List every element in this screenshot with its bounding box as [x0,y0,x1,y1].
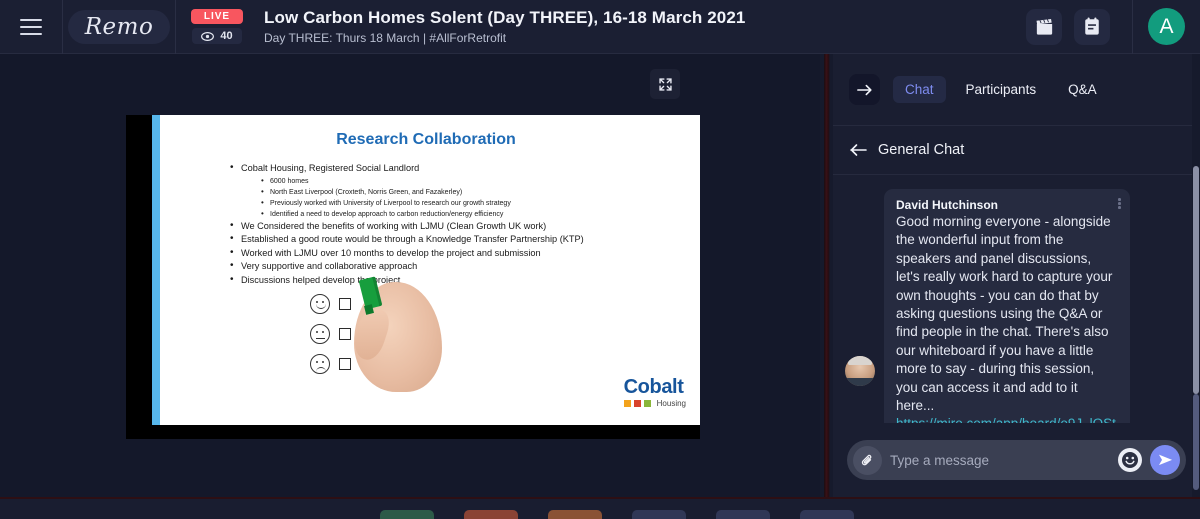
slide-bullet-list: Cobalt Housing, Registered Social Landlo… [228,161,688,288]
emoji-icon[interactable] [1118,448,1142,472]
checkbox-icon [339,298,351,310]
paperclip-icon[interactable] [853,445,882,475]
bottom-action-3[interactable] [548,510,602,519]
bottom-action-6[interactable] [800,510,854,519]
bottom-action-1[interactable] [380,510,434,519]
slide-bullet: Very supportive and collaborative approa… [228,259,688,274]
slide-sub-bullet: Identified a need to develop approach to… [259,208,688,220]
checkbox-icon [339,328,351,340]
slide-bullet: Established a good route would be throug… [228,232,688,247]
eye-icon [201,31,215,41]
bottom-action-2[interactable] [464,510,518,519]
message-bubble: David Hutchinson Good morning everyone -… [884,189,1130,423]
slide-sub-text: North East Liverpool (Croxteth, Norris G… [270,188,463,196]
slide-body: Cobalt Housing, Registered Social Landlo… [228,161,688,288]
slide-sub-text: Previously worked with University of Liv… [270,199,511,207]
message-link[interactable]: https://miro.com/app/board/o9J_lQStoRE=/ [896,416,1116,423]
slide-sub-bullet: 6000 homes [259,175,688,187]
cobalt-logo-word: Cobalt [623,376,684,398]
scrollbar-thumb-lower[interactable] [1193,394,1199,490]
slide-sub-text: 6000 homes [270,177,309,185]
chat-message-list[interactable]: David Hutchinson Good morning everyone -… [833,175,1200,423]
app-header: Remo LIVE 40 Low Carbon Homes Solent (Da… [0,0,1200,54]
fullscreen-icon[interactable] [650,69,680,99]
viewer-count: 40 [192,28,242,44]
logo-swatch [643,400,651,407]
slide-sub-list: 6000 homes North East Liverpool (Croxtet… [259,175,688,220]
chat-tab-bar: Chat Participants Q&A [833,54,1200,126]
slide-bullet: Cobalt Housing, Registered Social Landlo… [228,161,688,220]
bottom-toolbar [0,497,1200,519]
logo-swatch [633,400,641,407]
survey-smiley-hand-illustration [310,276,442,405]
slide-bullet: Worked with LJMU over 10 months to devel… [228,246,688,261]
sad-face-icon [310,354,330,374]
slide-bullet-text: Cobalt Housing, Registered Social Landlo… [241,163,420,173]
slide-title: Research Collaboration [336,131,516,148]
logo-swatch [623,400,631,407]
message-author: David Hutchinson [896,198,999,212]
shared-screen[interactable]: Research Collaboration Cobalt Housing, R… [126,115,700,439]
remo-event-app: Remo LIVE 40 Low Carbon Homes Solent (Da… [0,0,1200,519]
slide-bullet: We Considered the benefits of working wi… [228,219,688,234]
message-composer [833,423,1200,497]
slide-sub-bullet: North East Liverpool (Croxteth, Norris G… [259,186,688,198]
live-badge: LIVE [190,9,244,24]
checkbox-icon [339,358,351,370]
message-body: Good morning everyone - alongside the wo… [896,214,1113,414]
hamburger-icon[interactable] [20,18,42,35]
bottom-action-4[interactable] [632,510,686,519]
avatar[interactable]: A [1148,8,1185,45]
bottom-action-5[interactable] [716,510,770,519]
slide-bullet: Discussions helped develop the project [228,273,688,288]
chat-room-title: General Chat [878,142,965,158]
chat-panel: Chat Participants Q&A General Chat David… [833,54,1200,497]
clapperboard-icon[interactable] [1026,8,1062,45]
cobalt-logo-sub: Housing [623,399,686,408]
live-status-group: LIVE 40 [176,0,258,54]
arrow-left-icon[interactable] [849,143,867,157]
chat-message: David Hutchinson Good morning everyone -… [845,189,1186,423]
cobalt-logo-subtext: Housing [656,399,686,408]
slide-sub-text: Identified a need to develop approach to… [270,210,504,218]
tab-chat[interactable]: Chat [893,76,946,103]
tab-qa[interactable]: Q&A [1056,76,1109,103]
agenda-icon[interactable] [1074,8,1110,45]
user-menu[interactable]: A [1132,0,1200,54]
more-options-icon[interactable] [1118,198,1121,209]
tab-participants[interactable]: Participants [954,76,1049,103]
presentation-stage: Research Collaboration Cobalt Housing, R… [0,54,820,497]
bottom-toolbar-buttons [380,510,854,519]
slide: Research Collaboration Cobalt Housing, R… [152,115,700,425]
panel-divider [824,54,830,497]
composer-field-group [847,440,1186,480]
event-subtitle: Day THREE: Thurs 18 March | #AllForRetro… [264,30,507,45]
brand-logo[interactable]: Remo [63,0,176,54]
slide-sub-bullet: Previously worked with University of Liv… [259,197,688,209]
brand-logo-text: Remo [67,9,171,44]
arrow-right-icon[interactable] [849,74,880,105]
viewer-count-value: 40 [220,30,233,42]
menu-button[interactable] [0,0,63,54]
slide-accent-bar [152,115,160,425]
neutral-face-icon [310,324,330,344]
chat-room-header: General Chat [833,126,1200,175]
send-icon[interactable] [1150,445,1180,475]
happy-face-icon [310,294,330,314]
chat-scrollbar[interactable] [1192,54,1200,497]
user-avatar-photo [845,356,875,387]
scrollbar-thumb[interactable] [1193,166,1199,394]
event-title-block: Low Carbon Homes Solent (Day THREE), 16-… [258,0,1026,54]
cobalt-housing-logo: Cobalt Housing [623,376,686,408]
hand-illustration [348,276,442,392]
header-actions [1026,8,1132,45]
page-title: Low Carbon Homes Solent (Day THREE), 16-… [264,7,746,27]
search-input message-input[interactable] [890,452,1110,468]
